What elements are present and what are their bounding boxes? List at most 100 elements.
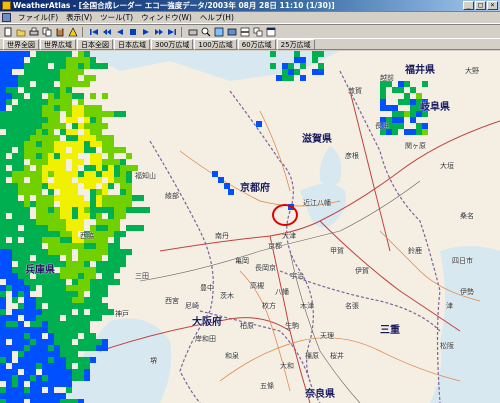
radar-cell <box>18 201 24 207</box>
radar-cell <box>12 165 18 171</box>
radar-cell <box>60 237 66 243</box>
maximize-button[interactable]: □ <box>475 1 486 10</box>
radar-cell <box>12 141 18 147</box>
radar-cell <box>60 189 66 195</box>
radar-cell <box>66 345 72 351</box>
radar-cell <box>398 117 404 123</box>
radar-cell <box>108 165 114 171</box>
radar-cell <box>24 171 30 177</box>
scale-world[interactable]: 世界全図 <box>3 38 39 50</box>
radar-cell <box>96 315 102 321</box>
radar-cell <box>60 81 66 87</box>
radar-cell <box>48 363 54 369</box>
radar-cell <box>30 357 36 363</box>
radar-cell <box>96 171 102 177</box>
menu-help[interactable]: ヘルプ(H) <box>196 12 238 23</box>
window-icon[interactable] <box>265 26 277 38</box>
radar-cell <box>54 63 60 69</box>
radar-cell <box>0 141 6 147</box>
radar-cell <box>102 63 108 69</box>
radar-cell <box>6 63 12 69</box>
radar-cell <box>78 291 84 297</box>
radar-cell <box>120 255 126 261</box>
radar-cell <box>0 153 6 159</box>
label-ibaraki: 茨木 <box>220 292 234 300</box>
layer-icon[interactable] <box>226 26 238 38</box>
info-icon[interactable] <box>67 26 79 38</box>
label-yamato: 大和 <box>280 362 294 370</box>
label-hirakata: 枚方 <box>262 302 276 310</box>
radar-cell <box>66 363 72 369</box>
radar-cell <box>120 171 126 177</box>
radar-cell <box>30 117 36 123</box>
radar-cell <box>72 189 78 195</box>
radar-cell <box>84 147 90 153</box>
radar-cell <box>282 75 288 81</box>
radar-cell <box>48 351 54 357</box>
open-icon[interactable] <box>15 26 27 38</box>
tile-icon[interactable] <box>239 26 251 38</box>
marker-circle <box>272 204 298 226</box>
menu-file[interactable]: ファイル(F) <box>14 12 62 23</box>
radar-cell <box>0 231 6 237</box>
minimize-button[interactable]: _ <box>463 1 474 10</box>
radar-cell <box>36 315 42 321</box>
label-sanda: 三田 <box>135 272 149 280</box>
radar-cell <box>392 111 398 117</box>
radar-cell <box>6 57 12 63</box>
radar-cell <box>36 177 42 183</box>
scale-world-wide[interactable]: 世界広域 <box>40 38 76 50</box>
prev-icon[interactable] <box>101 26 113 38</box>
scale-60[interactable]: 60万広域 <box>237 38 276 50</box>
radar-cell <box>78 99 84 105</box>
radar-cell <box>18 81 24 87</box>
cascade-icon[interactable] <box>252 26 264 38</box>
radar-cell <box>90 315 96 321</box>
scale-japan[interactable]: 日本全図 <box>77 38 113 50</box>
next-icon[interactable] <box>153 26 165 38</box>
play-icon[interactable] <box>127 26 139 38</box>
radar-cell <box>48 111 54 117</box>
first-icon[interactable] <box>88 26 100 38</box>
new-icon[interactable] <box>2 26 14 38</box>
radar-cell <box>36 399 42 403</box>
radar-cell <box>30 159 36 165</box>
scale-25[interactable]: 25万広域 <box>276 38 315 50</box>
radar-cell <box>18 171 24 177</box>
map-view[interactable]: 福井県 岐阜県 滋賀県 京都府 大阪府 奈良県 三重 兵庫県 近江八幡 彦根 敦… <box>0 51 500 403</box>
radar-cell <box>24 51 30 57</box>
radar-cell <box>54 225 60 231</box>
radar-cell <box>90 135 96 141</box>
radar-cell <box>42 201 48 207</box>
radar-cell <box>6 87 12 93</box>
print-preview-icon[interactable] <box>187 26 199 38</box>
print-icon[interactable] <box>28 26 40 38</box>
last-icon[interactable] <box>166 26 178 38</box>
zoom-icon[interactable] <box>200 26 212 38</box>
radar-cell <box>66 243 72 249</box>
radar-cell <box>300 75 306 81</box>
scale-japan-wide[interactable]: 日本広域 <box>114 38 150 50</box>
radar-echoes <box>0 51 428 403</box>
menu-view[interactable]: 表示(V) <box>62 12 96 23</box>
close-button[interactable]: × <box>487 1 498 10</box>
scale-300[interactable]: 300万広域 <box>151 38 194 50</box>
label-sakai: 堺 <box>150 357 157 365</box>
radar-cell <box>72 147 78 153</box>
copy-icon[interactable] <box>41 26 53 38</box>
radar-cell <box>60 243 66 249</box>
paste-icon[interactable] <box>54 26 66 38</box>
menu-window[interactable]: ウィンドウ(W) <box>137 12 196 23</box>
image-icon[interactable] <box>213 26 225 38</box>
radar-cell <box>36 111 42 117</box>
menu-tools[interactable]: ツール(T) <box>96 12 137 23</box>
radar-cell <box>24 213 30 219</box>
forward-icon[interactable] <box>140 26 152 38</box>
radar-cell <box>108 279 114 285</box>
document-icon[interactable] <box>2 13 11 22</box>
radar-cell <box>102 171 108 177</box>
radar-cell <box>392 105 398 111</box>
radar-cell <box>66 183 72 189</box>
scale-100[interactable]: 100万広域 <box>194 38 237 50</box>
back-icon[interactable] <box>114 26 126 38</box>
